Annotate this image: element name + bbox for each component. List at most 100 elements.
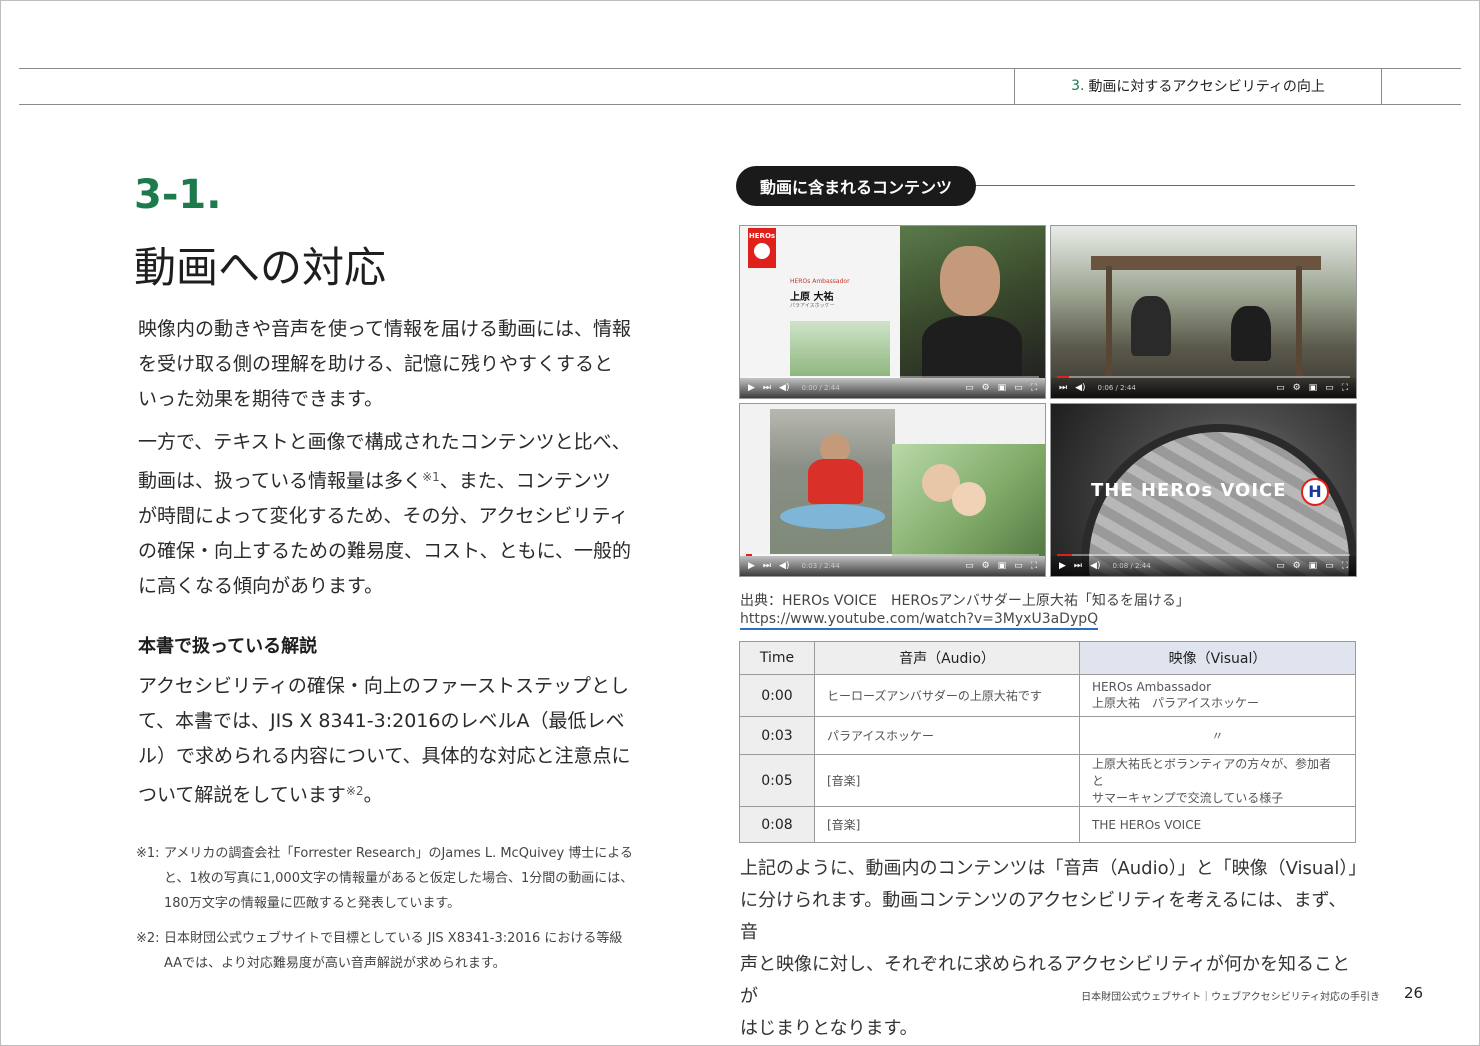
audio-visual-table: Time 音声（Audio） 映像（Visual） 0:00 ヒーローズアンバサ… — [739, 641, 1356, 843]
next-icon[interactable]: ⏭ — [763, 561, 771, 571]
pill-rule — [960, 185, 1355, 186]
table-row: 0:08 [音楽] THE HEROs VOICE — [739, 806, 1356, 843]
player-controls: ▶ ⏭ ◀) 0:08 / 2:44 ▭ ⚙ ▣ ▭ ⛶ — [1051, 556, 1356, 576]
summary-line: はじまりとなります。 — [740, 1018, 918, 1039]
fullscreen-icon[interactable]: ⛶ — [1031, 561, 1037, 571]
footnote-1: ※1: アメリカの調査会社「Forrester Research」のJames … — [136, 841, 656, 916]
footnote-mark: ※1: — [136, 846, 160, 861]
intro-line: を受け取る側の理解を助ける、記憶に残りやすくすると — [138, 353, 614, 375]
para2-line: に高くなる傾向があります。 — [138, 575, 384, 597]
intro-line: 映像内の動きや音声を使って情報を届ける動画には、情報 — [138, 318, 632, 340]
footnote-ref-1: ※1 — [422, 470, 440, 484]
gear-icon[interactable]: ⚙ — [982, 383, 990, 393]
time-display: 0:08 / 2:44 — [1112, 562, 1151, 570]
header-bottom-rule — [19, 104, 1461, 105]
miniplayer-icon[interactable]: ▣ — [998, 561, 1007, 571]
cell-time: 0:05 — [739, 754, 815, 807]
thumb1-scene-image — [790, 321, 890, 376]
thumb4-title: THE HEROs VOICE — [1091, 480, 1287, 501]
volume-icon[interactable]: ◀) — [1075, 383, 1085, 393]
volume-icon[interactable]: ◀) — [1090, 561, 1100, 571]
heros-logo-icon: H — [1301, 478, 1329, 506]
thumb2-person-image — [1131, 296, 1171, 356]
fullscreen-icon[interactable]: ⛶ — [1031, 383, 1037, 393]
summary-paragraph: 上記のように、動画内のコンテンツは「音声（Audio）」と「映像（Visual）… — [740, 853, 1366, 1045]
header-time: Time — [739, 641, 815, 675]
footer-text: 日本財団公式ウェブサイト｜ウェブアクセシビリティ対応の手引き — [1081, 992, 1380, 1003]
next-icon[interactable]: ⏭ — [763, 383, 771, 393]
next-icon[interactable]: ⏭ — [1074, 561, 1082, 571]
thumb1-name: 上原 大祐 — [790, 292, 834, 303]
cell-audio: パラアイスホッケー — [814, 716, 1080, 755]
table-row: 0:05 [音楽] 上原大祐氏とボランティアの方々が、参加者と サマーキャンプで交… — [739, 754, 1356, 807]
miniplayer-icon[interactable]: ▣ — [1309, 561, 1318, 571]
player-controls: ▶ ⏭ ◀) 0:00 / 2:44 ▭ ⚙ ▣ ▭ ⛶ — [740, 378, 1045, 398]
para2-line: の確保・向上するための難易度、コスト、ともに、一般的 — [138, 540, 632, 562]
source-link[interactable]: https://www.youtube.com/watch?v=3MyxU3aD… — [740, 610, 1099, 630]
paragraph-2: 一方で、テキストと画像で構成されたコンテンツと比べ、 動画は、扱っている情報量は… — [138, 425, 648, 604]
para3-line: アクセシビリティの確保・向上のファーストステップとし — [138, 675, 629, 697]
miniplayer-icon[interactable]: ▣ — [1309, 383, 1318, 393]
captions-icon[interactable]: ▭ — [1276, 561, 1285, 571]
theater-icon[interactable]: ▭ — [1325, 383, 1334, 393]
fullscreen-icon[interactable]: ⛶ — [1342, 561, 1348, 571]
page-number: 26 — [1404, 984, 1424, 1002]
player-controls: ⏭ ◀) 0:06 / 2:44 ▭ ⚙ ▣ ▭ ⛶ — [1051, 378, 1356, 398]
thumb2-pavilion-roof — [1091, 256, 1321, 270]
theater-icon[interactable]: ▭ — [1014, 383, 1023, 393]
footnote-ref-2: ※2 — [345, 784, 364, 798]
intro-line: いった効果を期待できます。 — [138, 388, 384, 410]
play-icon[interactable]: ▶ — [748, 383, 755, 393]
footnote-line: アメリカの調査会社「Forrester Research」のJames L. M… — [164, 846, 633, 861]
time-display: 0:03 / 2:44 — [801, 562, 840, 570]
paragraph-3: アクセシビリティの確保・向上のファーストステップとし て、本書では、JIS X … — [138, 669, 648, 813]
volume-icon[interactable]: ◀) — [779, 561, 789, 571]
table-header-row: Time 音声（Audio） 映像（Visual） — [739, 641, 1356, 675]
thumb3-water-image — [770, 409, 895, 554]
video-thumbnail-1[interactable]: HEROs HEROs Ambassador 上原 大祐 パラアイスホッケー ▶… — [739, 225, 1046, 399]
cell-time: 0:08 — [739, 806, 815, 843]
thumb1-person-image — [900, 226, 1045, 378]
video-thumbnail-4[interactable]: THE HEROs VOICE H ▶ ⏭ ◀) 0:08 / 2:44 ▭ ⚙ ▣ ▭ ⛶ — [1050, 403, 1357, 577]
intro-paragraph: 映像内の動きや音声を使って情報を届ける動画には、情報 を受け取る側の理解を助ける… — [138, 312, 648, 417]
chapter-title: 動画に対するアクセシビリティの向上 — [1088, 79, 1325, 95]
section-number: 3-1. — [134, 172, 222, 218]
footnote-mark: ※2: — [136, 931, 160, 946]
para3-line: ル）で求められる内容について、具体的な対応と注意点に — [138, 745, 631, 767]
theater-icon[interactable]: ▭ — [1325, 561, 1334, 571]
chapter-header: 3. 動画に対するアクセシビリティの向上 — [1014, 68, 1382, 104]
captions-icon[interactable]: ▭ — [1276, 383, 1285, 393]
chapter-number: 3. — [1071, 78, 1085, 94]
play-icon[interactable]: ▶ — [1059, 561, 1066, 571]
gear-icon[interactable]: ⚙ — [1293, 561, 1301, 571]
cell-visual: 〃 — [1079, 716, 1356, 755]
footnote-line: と、1枚の写真に1,000文字の情報量があると仮定した場合、1分間の動画には、 — [164, 871, 634, 886]
para3-line: て、本書では、JIS X 8341-3:2016のレベルA（最低レベ — [138, 710, 625, 732]
figure-label: 動画に含まれるコンテンツ — [736, 166, 976, 206]
volume-icon[interactable]: ◀) — [779, 383, 789, 393]
gear-icon[interactable]: ⚙ — [982, 561, 990, 571]
thumb1-sub: パラアイスホッケー — [790, 303, 835, 309]
time-display: 0:00 / 2:44 — [801, 384, 840, 392]
footnote-2: ※2: 日本財団公式ウェブサイトで目標としている JIS X8341-3:201… — [136, 926, 656, 976]
cell-audio: ヒーローズアンバサダーの上原大祐です — [814, 674, 1080, 717]
miniplayer-icon[interactable]: ▣ — [998, 383, 1007, 393]
theater-icon[interactable]: ▭ — [1014, 561, 1023, 571]
player-controls: ▶ ⏭ ◀) 0:03 / 2:44 ▭ ⚙ ▣ ▭ ⛶ — [740, 556, 1045, 576]
para3-line: ついて解説をしています※2。 — [138, 784, 383, 806]
time-display: 0:06 / 2:44 — [1097, 384, 1136, 392]
next-icon[interactable]: ⏭ — [1059, 383, 1067, 393]
header-audio: 音声（Audio） — [814, 641, 1080, 675]
thumb1-ambassador: HEROs Ambassador — [790, 278, 850, 285]
fullscreen-icon[interactable]: ⛶ — [1342, 383, 1348, 393]
para2-line: 一方で、テキストと画像で構成されたコンテンツと比べ、 — [138, 431, 631, 453]
footnote-line: AAでは、より対応難易度が高い音声解説が求められます。 — [164, 956, 506, 971]
subheading: 本書で扱っている解説 — [138, 636, 318, 657]
figure-credit: 出典：HEROs VOICE HEROsアンバサダー上原大祐「知るを届ける」 — [740, 593, 1190, 609]
captions-icon[interactable]: ▭ — [965, 383, 974, 393]
gear-icon[interactable]: ⚙ — [1293, 383, 1301, 393]
video-thumbnail-3[interactable]: ▶ ⏭ ◀) 0:03 / 2:44 ▭ ⚙ ▣ ▭ ⛶ — [739, 403, 1046, 577]
captions-icon[interactable]: ▭ — [965, 561, 974, 571]
play-icon[interactable]: ▶ — [748, 561, 755, 571]
video-thumbnail-2[interactable]: ⏭ ◀) 0:06 / 2:44 ▭ ⚙ ▣ ▭ ⛶ — [1050, 225, 1357, 399]
